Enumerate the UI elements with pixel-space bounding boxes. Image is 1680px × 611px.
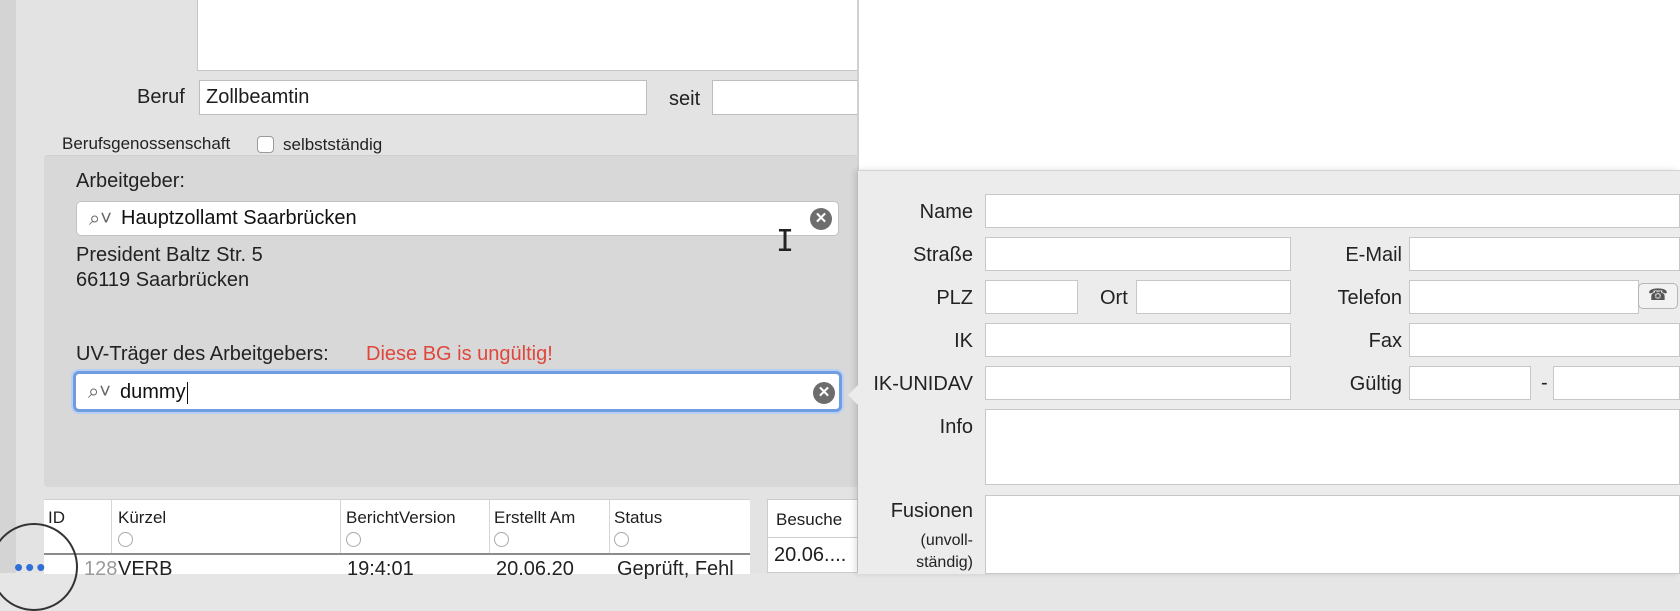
search-icon: ⌕˅ [88,381,111,403]
column-header-id[interactable]: ID [48,508,65,528]
fax-label: Fax [1368,330,1402,352]
table-cell-id[interactable]: 128 [84,558,117,581]
search-icon: ⌕˅ [89,208,112,230]
text-cursor-icon: I [776,224,795,259]
column-header-kuerzel[interactable]: Kürzel [118,508,166,528]
fusionen-textarea[interactable] [985,495,1680,574]
table-cell-erstellt-am[interactable]: 20.06.20 [496,558,574,581]
ik-field[interactable] [985,323,1291,357]
gueltig-from-field[interactable] [1409,366,1531,400]
info-label: Info [939,416,973,438]
seit-label: seit [669,88,701,110]
besuche-header[interactable]: Besuche [776,510,842,530]
uv-traeger-search-value: dummy [120,381,188,404]
email-field[interactable] [1409,237,1680,271]
ik-unidav-label: IK-UNIDAV [873,373,973,395]
arbeitgeber-address-line1: President Baltz Str. 5 [76,244,263,266]
fusionen-note: (unvoll-ständig) [916,532,973,571]
arbeitgeber-search-value: Hauptzollamt Saarbrücken [121,207,357,229]
beruf-label: Beruf [137,86,185,108]
ort-field[interactable] [1136,280,1291,314]
table-cell-kuerzel[interactable]: VERB [118,558,172,581]
selbststaendig-label: selbstständig [283,135,383,154]
text-cursor [186,381,188,404]
info-textarea[interactable] [985,409,1680,485]
uv-traeger-search-field[interactable]: ⌕˅ dummy ✕ [73,371,842,412]
gueltig-label: Gültig [1349,373,1402,395]
filter-radio[interactable] [346,532,361,547]
table-cell-berichtversion[interactable]: 19:4:01 [347,558,414,581]
column-header-berichtversion[interactable]: BerichtVersion [346,508,456,528]
table-cell-status[interactable]: Geprüft, Fehl [617,558,734,581]
filter-radio[interactable] [494,532,509,547]
column-header-status[interactable]: Status [614,508,662,528]
seit-field[interactable] [712,80,858,115]
telefon-label: Telefon [1337,287,1403,309]
loading-dots-icon: ••• [14,552,48,582]
berufsgenossenschaft-label: Berufsgenossenschaft [62,134,231,153]
column-header-erstellt-am[interactable]: Erstellt Am [494,508,575,528]
ik-label: IK [954,330,973,352]
arbeitgeber-search-field[interactable]: ⌕˅ Hauptzollamt Saarbrücken ✕ [76,201,839,236]
filter-radio[interactable] [118,532,133,547]
beruf-field[interactable]: Zollbeamtin [199,80,647,115]
uv-traeger-error-text: Diese BG is ungültig! [366,343,553,365]
fax-field[interactable] [1409,323,1680,357]
name-field[interactable] [985,194,1680,228]
plz-label: PLZ [936,287,973,309]
bericht-table[interactable]: ID Kürzel BerichtVersion Erstellt Am Sta… [44,499,750,580]
notes-textarea[interactable] [197,0,858,71]
fusionen-label: Fusionen [890,500,973,522]
window-edge [0,0,16,573]
name-label: Name [919,201,973,223]
strasse-field[interactable] [985,237,1291,271]
besuche-table[interactable]: Besuche 20.06.... [767,499,860,573]
arbeitgeber-address-line2: 66119 Saarbrücken [76,269,250,291]
selbststaendig-checkbox[interactable] [257,136,274,153]
phone-icon[interactable]: ☎ [1638,283,1678,309]
ort-label: Ort [1100,287,1128,309]
besuche-cell[interactable]: 20.06.... [774,544,846,567]
gueltig-separator: - [1541,372,1548,394]
filter-radio[interactable] [614,532,629,547]
bg-detail-popover: Name Straße PLZ Ort IK IK-UNIDAV Info Fu… [848,170,1680,574]
clear-icon[interactable]: ✕ [810,208,832,230]
strasse-label: Straße [912,244,973,266]
popover-arrow [848,383,860,407]
gueltig-to-field[interactable] [1553,366,1680,400]
uv-traeger-label: UV-Träger des Arbeitgebers: [76,343,329,365]
ik-unidav-field[interactable] [985,366,1291,400]
email-label: E-Mail [1345,244,1402,266]
telefon-field[interactable] [1409,280,1639,314]
clear-icon[interactable]: ✕ [813,382,835,404]
arbeitgeber-label: Arbeitgeber: [76,170,185,192]
plz-field[interactable] [985,280,1078,314]
